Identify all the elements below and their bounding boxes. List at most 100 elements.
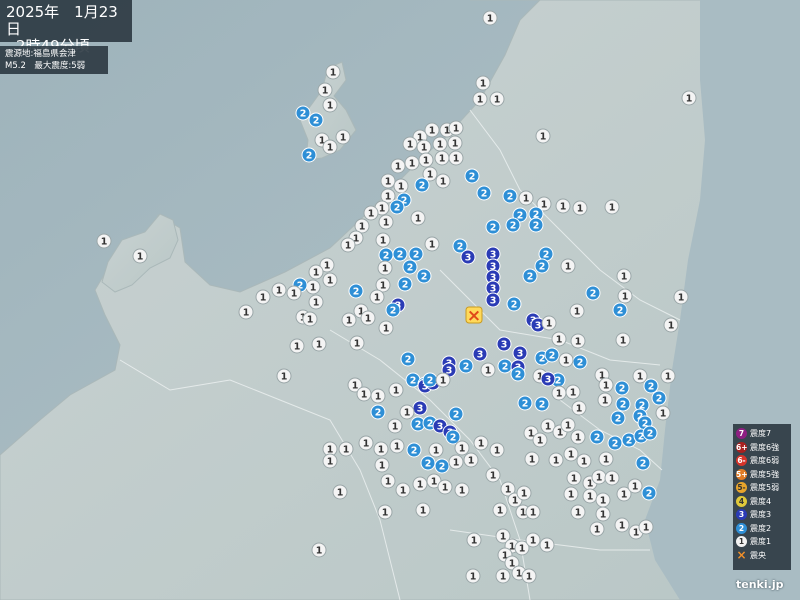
svg-text:1: 1 <box>468 456 475 467</box>
intensity-1-marker: 1 <box>489 442 505 458</box>
svg-text:1: 1 <box>343 445 350 456</box>
intensity-1-marker: 1 <box>308 294 324 310</box>
intensity-1-marker: 1 <box>341 312 357 328</box>
svg-text:2: 2 <box>648 382 655 393</box>
intensity-1-marker: 1 <box>539 537 555 553</box>
intensity-1-marker: 1 <box>589 521 605 537</box>
intensity-1-marker: 1 <box>399 404 415 420</box>
legend-row: × 震央 <box>736 549 788 563</box>
intensity-2-marker: 2 <box>434 458 450 474</box>
svg-text:1: 1 <box>602 396 609 407</box>
intensity-1-marker: 1 <box>465 568 481 584</box>
intensity-2-marker: 2 <box>378 247 394 263</box>
svg-text:3: 3 <box>490 296 497 307</box>
svg-text:3: 3 <box>501 340 508 351</box>
svg-text:2: 2 <box>619 384 626 395</box>
intensity-1-marker: 1 <box>632 368 648 384</box>
svg-text:1: 1 <box>459 486 466 497</box>
intensity-1-marker: 1 <box>311 336 327 352</box>
intensity-1-marker: 1 <box>495 568 511 584</box>
svg-text:2: 2 <box>410 376 417 387</box>
intensity-1-marker: 1 <box>435 173 451 189</box>
svg-text:1: 1 <box>322 86 329 97</box>
intensity-1-marker: 1 <box>356 386 372 402</box>
svg-text:1: 1 <box>375 392 382 403</box>
svg-text:1: 1 <box>568 490 575 501</box>
intensity-1-marker: 1 <box>416 139 432 155</box>
svg-text:2: 2 <box>640 459 647 470</box>
svg-text:3: 3 <box>477 350 484 361</box>
datetime-panel: 2025年 1月23日 2時49分頃 <box>0 0 132 55</box>
intensity-1-marker: 1 <box>582 488 598 504</box>
svg-text:1: 1 <box>383 218 390 229</box>
svg-text:1: 1 <box>385 177 392 188</box>
svg-text:1: 1 <box>581 457 588 468</box>
legend-label: 震度6強 <box>750 442 780 452</box>
svg-text:1: 1 <box>665 372 672 383</box>
intensity-1-marker: 1 <box>302 311 318 327</box>
intensity-1-marker: 1 <box>402 136 418 152</box>
svg-text:1: 1 <box>530 536 537 547</box>
intensity-1-marker: 1 <box>308 264 324 280</box>
svg-text:1: 1 <box>363 439 370 450</box>
svg-text:2: 2 <box>511 300 518 311</box>
intensity-1-marker: 1 <box>463 452 479 468</box>
svg-text:1: 1 <box>487 14 494 25</box>
intensity-2-marker: 2 <box>295 105 311 121</box>
svg-text:1: 1 <box>622 292 629 303</box>
intensity-1-marker: 1 <box>489 91 505 107</box>
intensity-1-marker: 1 <box>555 198 571 214</box>
svg-text:1: 1 <box>307 315 314 326</box>
legend-row: 2 震度2 <box>736 522 788 536</box>
svg-text:2: 2 <box>402 280 409 291</box>
svg-text:1: 1 <box>643 523 650 534</box>
intensity-1-marker: 1 <box>595 492 611 508</box>
intensity-3-marker: 3 <box>412 400 428 416</box>
svg-text:1: 1 <box>563 356 570 367</box>
svg-text:1: 1 <box>575 433 582 444</box>
svg-text:1: 1 <box>516 569 523 580</box>
svg-text:1: 1 <box>316 340 323 351</box>
intensity-1-marker: 1 <box>96 233 112 249</box>
legend-label: 震度5弱 <box>750 483 780 493</box>
svg-text:1: 1 <box>500 532 507 543</box>
svg-text:1: 1 <box>359 222 366 233</box>
svg-text:1: 1 <box>459 444 466 455</box>
intensity-3-marker: 3 <box>485 292 501 308</box>
svg-text:1: 1 <box>544 541 551 552</box>
legend-label: 震度6弱 <box>750 456 780 466</box>
svg-text:1: 1 <box>678 293 685 304</box>
svg-text:1: 1 <box>429 240 436 251</box>
svg-text:2: 2 <box>620 400 627 411</box>
svg-text:1: 1 <box>526 572 533 583</box>
svg-text:1: 1 <box>361 390 368 401</box>
svg-text:3: 3 <box>417 404 424 415</box>
intensity-2-marker: 2 <box>510 366 526 382</box>
svg-text:1: 1 <box>565 262 572 273</box>
epicenter-marker: × <box>465 306 483 326</box>
intensity-1-marker: 1 <box>389 438 405 454</box>
intensity-map: 111122111211 1 1111 1 11 1 1 11 1 1 1 1112221 11 2211… <box>0 0 800 600</box>
legend-row: 4 震度4 <box>736 495 788 509</box>
svg-text:2: 2 <box>383 251 390 262</box>
legend-label: 震度4 <box>750 496 772 506</box>
svg-text:1: 1 <box>407 140 414 151</box>
intensity-1-marker: 1 <box>305 279 321 295</box>
intensity-3-marker: 3 <box>512 345 528 361</box>
intensity-2-marker: 2 <box>464 168 480 184</box>
svg-text:×: × <box>467 306 481 326</box>
svg-text:2: 2 <box>510 221 517 232</box>
svg-text:1: 1 <box>500 572 507 583</box>
svg-text:1: 1 <box>417 480 424 491</box>
svg-text:1: 1 <box>383 324 390 335</box>
intensity-1-marker: 1 <box>340 237 356 253</box>
intensity-2-marker: 2 <box>643 378 659 394</box>
svg-text:1: 1 <box>313 268 320 279</box>
svg-text:1: 1 <box>570 388 577 399</box>
intensity-1-marker: 1 <box>541 315 557 331</box>
svg-text:1: 1 <box>609 203 616 214</box>
intensity-1-marker: 1 <box>660 368 676 384</box>
intensity-1-marker: 1 <box>374 457 390 473</box>
intensity-1-marker: 1 <box>434 150 450 166</box>
intensity-1-marker: 1 <box>377 504 393 520</box>
